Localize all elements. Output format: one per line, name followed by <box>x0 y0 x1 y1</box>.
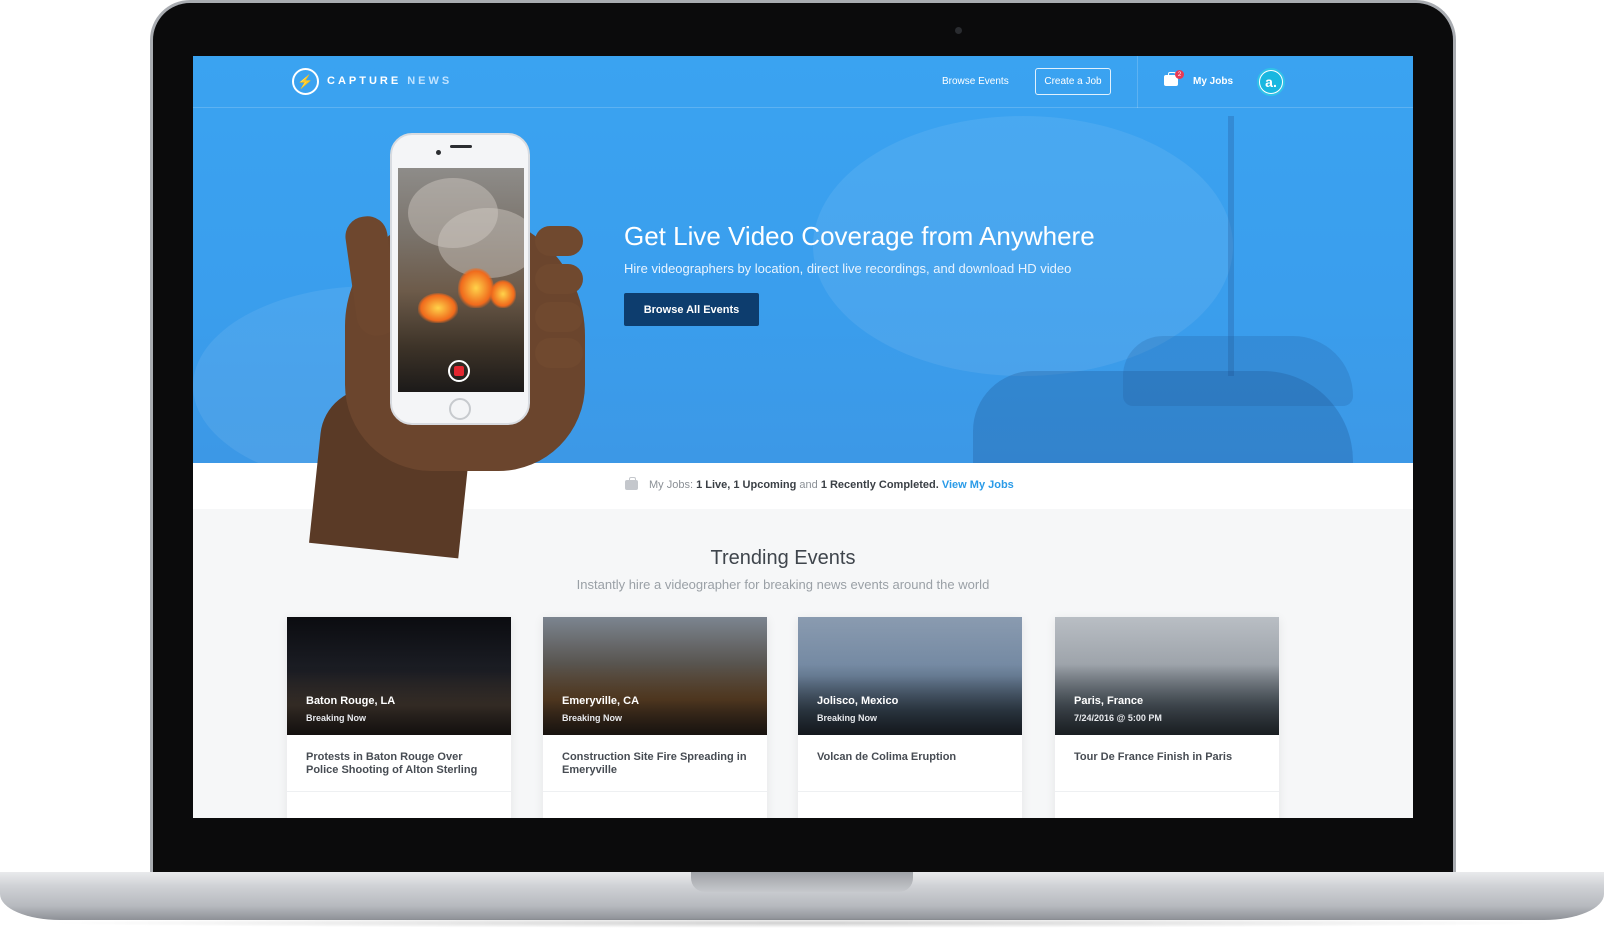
hero-subtitle: Hire videographers by location, direct l… <box>624 261 1072 276</box>
event-card[interactable]: Baton Rouge, LA Breaking Now Protests in… <box>287 617 511 818</box>
browse-events-link[interactable]: Browse Events <box>942 76 1009 87</box>
card-divider <box>287 791 511 792</box>
hand-finger <box>535 302 583 332</box>
fire-flame <box>418 293 458 323</box>
event-title: Construction Site Fire Spreading in Emer… <box>562 751 747 776</box>
bolt-icon[interactable]: ⚡ <box>292 68 319 95</box>
fire-flame <box>458 268 494 308</box>
fire-flame <box>490 280 516 308</box>
top-nav: ⚡ CAPTURE NEWS Browse Events Create a Jo… <box>193 56 1413 108</box>
record-icon <box>448 360 470 382</box>
avatar-letter: a. <box>1260 71 1282 93</box>
hero-car <box>973 371 1353 463</box>
briefcase-icon <box>625 477 638 490</box>
event-title: Tour De France Finish in Paris <box>1074 751 1233 763</box>
card-divider <box>1055 791 1279 792</box>
create-job-button[interactable]: Create a Job <box>1035 68 1111 95</box>
jobs-live-upcoming: 1 Live, 1 Upcoming <box>696 479 797 491</box>
trending-title: Trending Events <box>710 547 856 569</box>
jobs-badge: 2 <box>1175 70 1184 79</box>
my-jobs-summary: My Jobs: 1 Live, 1 Upcoming and 1 Recent… <box>649 479 1014 491</box>
logo-text[interactable]: CAPTURE NEWS <box>327 75 452 87</box>
card-divider <box>543 791 767 792</box>
event-location: Baton Rouge, LA <box>306 695 396 707</box>
phone-camera <box>436 150 441 155</box>
event-status: Breaking Now <box>817 713 878 723</box>
avatar[interactable]: a. <box>1257 68 1285 96</box>
phone <box>390 133 530 425</box>
nav-divider <box>1137 56 1138 108</box>
event-card[interactable]: Jolisco, Mexico Breaking Now Volcan de C… <box>798 617 1022 818</box>
phone-speaker <box>450 145 472 148</box>
my-jobs-link[interactable]: My Jobs <box>1193 76 1233 87</box>
event-title: Protests in Baton Rouge Over Police Shoo… <box>306 751 478 776</box>
event-title: Volcan de Colima Eruption <box>817 751 957 763</box>
smoke-cloud <box>438 208 524 278</box>
hand-finger <box>535 226 583 256</box>
logo-word-news: NEWS <box>407 75 453 87</box>
trending-subtitle: Instantly hire a videographer for breaki… <box>576 577 990 592</box>
laptop-shadow <box>40 918 1564 928</box>
event-status: 7/24/2016 @ 5:00 PM <box>1074 713 1162 723</box>
event-status: Breaking Now <box>306 713 367 723</box>
webcam <box>955 27 962 34</box>
browser-screen: ⚡ CAPTURE NEWS Browse Events Create a Jo… <box>193 56 1413 818</box>
phone-home-button <box>449 398 471 420</box>
logo-word-capture: CAPTURE <box>327 75 402 87</box>
hand-finger <box>535 264 583 294</box>
browse-all-events-button[interactable]: Browse All Events <box>624 293 759 326</box>
event-status: Breaking Now <box>562 713 623 723</box>
hand-finger <box>535 338 583 368</box>
event-location: Emeryville, CA <box>562 695 640 707</box>
view-my-jobs-link[interactable]: View My Jobs <box>942 479 1014 491</box>
laptop-notch <box>691 872 913 892</box>
hero-title: Get Live Video Coverage from Anywhere <box>624 221 1095 251</box>
event-card[interactable]: Emeryville, CA Breaking Now Construction… <box>543 617 767 818</box>
event-location: Jolisco, Mexico <box>817 695 899 707</box>
record-dot <box>454 366 464 376</box>
jobs-and: and <box>799 479 818 491</box>
event-location: Paris, France <box>1074 695 1144 707</box>
phone-screen <box>398 168 524 392</box>
jobs-completed: 1 Recently Completed. <box>820 479 939 491</box>
card-divider <box>798 791 1022 792</box>
my-jobs-label: My Jobs: <box>649 479 694 491</box>
event-card[interactable]: Paris, France 7/24/2016 @ 5:00 PM Tour D… <box>1055 617 1279 818</box>
